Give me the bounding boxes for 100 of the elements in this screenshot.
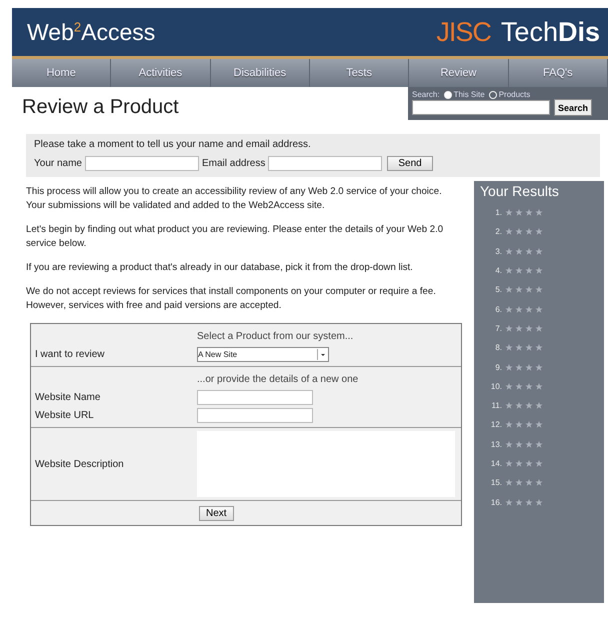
star-icon (505, 402, 513, 410)
star-icon (535, 306, 543, 313)
star-icon (535, 364, 543, 371)
nav-link[interactable]: Disabilities (210, 59, 310, 87)
result-number: 6. (494, 304, 502, 314)
star-icon (515, 479, 523, 486)
star-icon (535, 479, 543, 486)
star-icon (525, 344, 533, 352)
star-icon (525, 460, 533, 467)
star-icon (535, 267, 543, 274)
star-icon (525, 324, 533, 332)
star-icon (535, 498, 543, 506)
website-url-field[interactable] (197, 408, 313, 422)
new-site-hint: ...or provide the details of a new one (197, 374, 360, 384)
caret-icon (317, 348, 328, 360)
product-dropdown[interactable]: A New Site (197, 346, 329, 362)
nav-link[interactable]: Home (12, 59, 112, 87)
nav-link[interactable]: Activities (111, 59, 211, 87)
website-name-label: Website Name (35, 392, 102, 402)
search-field[interactable] (412, 100, 550, 115)
result-number: 13. (490, 440, 502, 449)
results-title: Your Results (480, 183, 560, 199)
name-label: Your name (34, 158, 82, 169)
description-label: Website Description (35, 458, 125, 470)
contact-intro: Please take a moment to tell us your name and email address. (34, 139, 312, 150)
email-field[interactable] (268, 156, 382, 171)
star-icon (535, 344, 543, 352)
star-icon (535, 209, 543, 216)
result-number: 11. (490, 401, 502, 410)
paragraph: Let's begin by finding out what product you are reviewing. Please enter the details of your Web 2.0 service below. (26, 223, 444, 251)
select-hint: Select a Product from our system... (197, 330, 354, 342)
page-title: Review a Product (22, 96, 179, 119)
paragraph: We do not accept reviews for services that install components on your computer or require a fee. However, services with free and paid versions are accepted. (26, 285, 437, 313)
star-icon (525, 421, 533, 428)
search-button[interactable]: Search (554, 99, 592, 116)
result-number: 10. (490, 382, 502, 391)
result-number: 2. (494, 227, 502, 236)
search-radio[interactable]: This Site (444, 90, 485, 99)
star-icon (525, 306, 533, 313)
result-number: 7. (494, 324, 502, 333)
result-number: 14. (490, 459, 502, 468)
paragraph: If you are reviewing a product that's already in our database, pick it from the drop-down list. (26, 261, 414, 275)
star-icon (525, 209, 533, 216)
star-icon (515, 344, 523, 352)
star-icon (505, 324, 513, 332)
name-field[interactable] (85, 156, 199, 171)
result-number: 8. (494, 343, 502, 352)
send-button[interactable]: Send (387, 156, 433, 171)
star-icon (525, 228, 533, 236)
org-logo: JISC (436, 16, 491, 48)
star-icon (515, 498, 523, 506)
star-icon (525, 402, 533, 410)
star-icon (505, 228, 513, 236)
star-icon (515, 209, 523, 216)
star-icon (515, 324, 523, 332)
star-icon (515, 228, 523, 236)
star-icon (505, 460, 513, 467)
paragraph: This process will allow you to create an accessibility review of any Web 2.0 service of your choice. Your submissions will be validated and added to the Web2Access site. (26, 185, 443, 213)
result-number: 9. (494, 362, 502, 372)
star-icon (525, 498, 533, 506)
star-icon (515, 286, 523, 294)
star-icon (535, 248, 543, 255)
star-icon (535, 382, 543, 390)
star-icon (515, 421, 523, 428)
brand-logo: TechDis (500, 16, 600, 48)
star-icon (515, 440, 523, 448)
star-icon (505, 440, 513, 448)
star-icon (515, 364, 523, 371)
star-icon (535, 286, 543, 294)
website-url-label: Website URL (35, 410, 95, 420)
star-icon (505, 267, 513, 274)
result-number: 5. (494, 285, 502, 294)
star-icon (535, 460, 543, 467)
star-icon (535, 402, 543, 410)
site-logo[interactable]: Web$^{2}$Access (27, 18, 156, 46)
star-icon (505, 248, 513, 255)
website-name-field[interactable] (197, 390, 313, 404)
star-icon (525, 267, 533, 274)
next-button[interactable]: Next (199, 506, 234, 520)
star-icon (505, 209, 513, 216)
star-icon (505, 364, 513, 371)
star-icon (515, 382, 523, 390)
star-icon (515, 460, 523, 467)
star-icon (505, 344, 513, 352)
star-icon (535, 228, 543, 236)
star-icon (535, 421, 543, 428)
star-icon (525, 364, 533, 371)
star-icon (505, 286, 513, 294)
star-icon (515, 248, 523, 255)
search-radio[interactable]: Products (488, 90, 530, 99)
star-icon (525, 248, 533, 255)
star-icon (525, 440, 533, 448)
nav-link[interactable]: Tests (310, 59, 410, 87)
search-label: Search: (412, 90, 440, 99)
review-label: I want to review (35, 348, 106, 360)
result-number: 3. (494, 246, 502, 256)
star-icon (515, 402, 523, 410)
star-icon (505, 382, 513, 390)
result-number: 1. (494, 208, 502, 218)
star-icon (505, 498, 513, 506)
